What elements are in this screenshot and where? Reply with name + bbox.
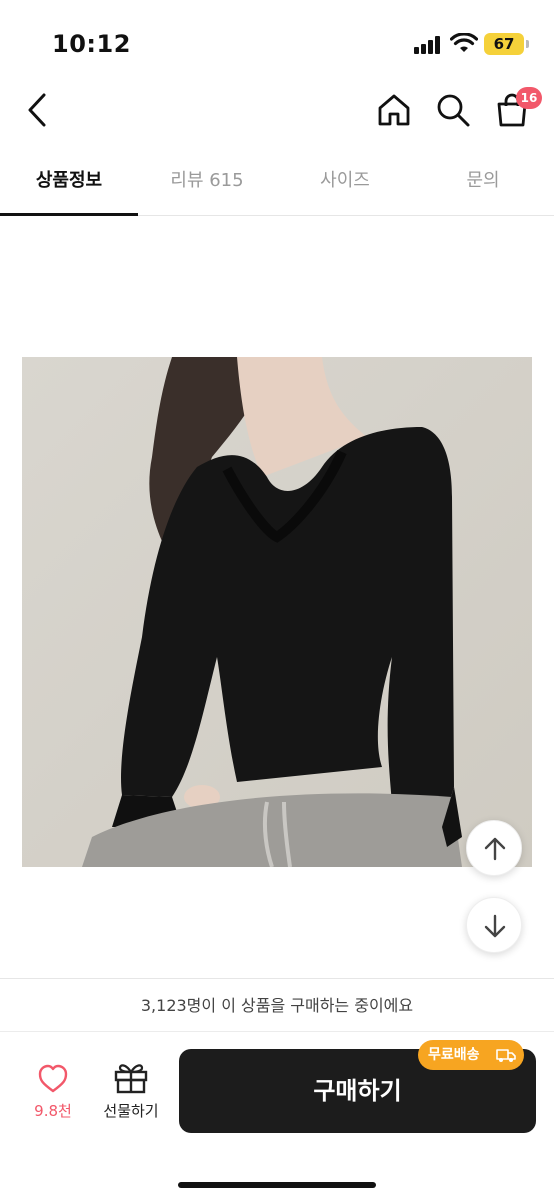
wifi-icon (450, 33, 478, 52)
gift-button[interactable]: 선물하기 (96, 1060, 166, 1126)
gift-icon (114, 1064, 148, 1094)
tab-inquiry[interactable]: 문의 (414, 150, 552, 216)
purchase-bar: 9.8천 선물하기 구매하기 무료배송 (0, 1032, 554, 1200)
back-arrow-icon[interactable] (18, 90, 58, 130)
product-tabs: 상품정보 리뷰 615 사이즈 문의 (0, 150, 554, 216)
status-bar: 10:12 67 (0, 0, 554, 80)
scroll-down-button[interactable] (466, 897, 522, 953)
battery-tip (526, 40, 529, 48)
arrow-down-icon (484, 914, 506, 938)
truck-icon (496, 1049, 516, 1062)
status-time: 10:12 (52, 30, 131, 58)
home-indicator (178, 1182, 376, 1188)
like-button[interactable]: 9.8천 (22, 1062, 84, 1126)
like-count: 9.8천 (34, 1102, 72, 1120)
scroll-up-button[interactable] (466, 820, 522, 876)
arrow-up-icon (484, 837, 506, 861)
heart-icon (38, 1064, 68, 1093)
tab-size[interactable]: 사이즈 (276, 150, 414, 216)
product-image (22, 357, 532, 867)
signal-icon (414, 36, 442, 54)
gift-label: 선물하기 (103, 1102, 159, 1120)
free-shipping-label: 무료배송 (428, 1047, 480, 1063)
home-icon[interactable] (374, 90, 414, 130)
tab-product-info[interactable]: 상품정보 (0, 150, 138, 216)
battery-indicator: 67 (484, 33, 524, 55)
cart-count-badge: 16 (516, 87, 542, 109)
tab-reviews[interactable]: 리뷰 615 (138, 150, 276, 216)
free-shipping-badge: 무료배송 (418, 1040, 524, 1070)
top-navigation (0, 80, 554, 144)
buyers-count-notice: 3,123명이 이 상품을 구매하는 중이에요 (0, 978, 554, 1032)
search-icon[interactable] (433, 90, 473, 130)
